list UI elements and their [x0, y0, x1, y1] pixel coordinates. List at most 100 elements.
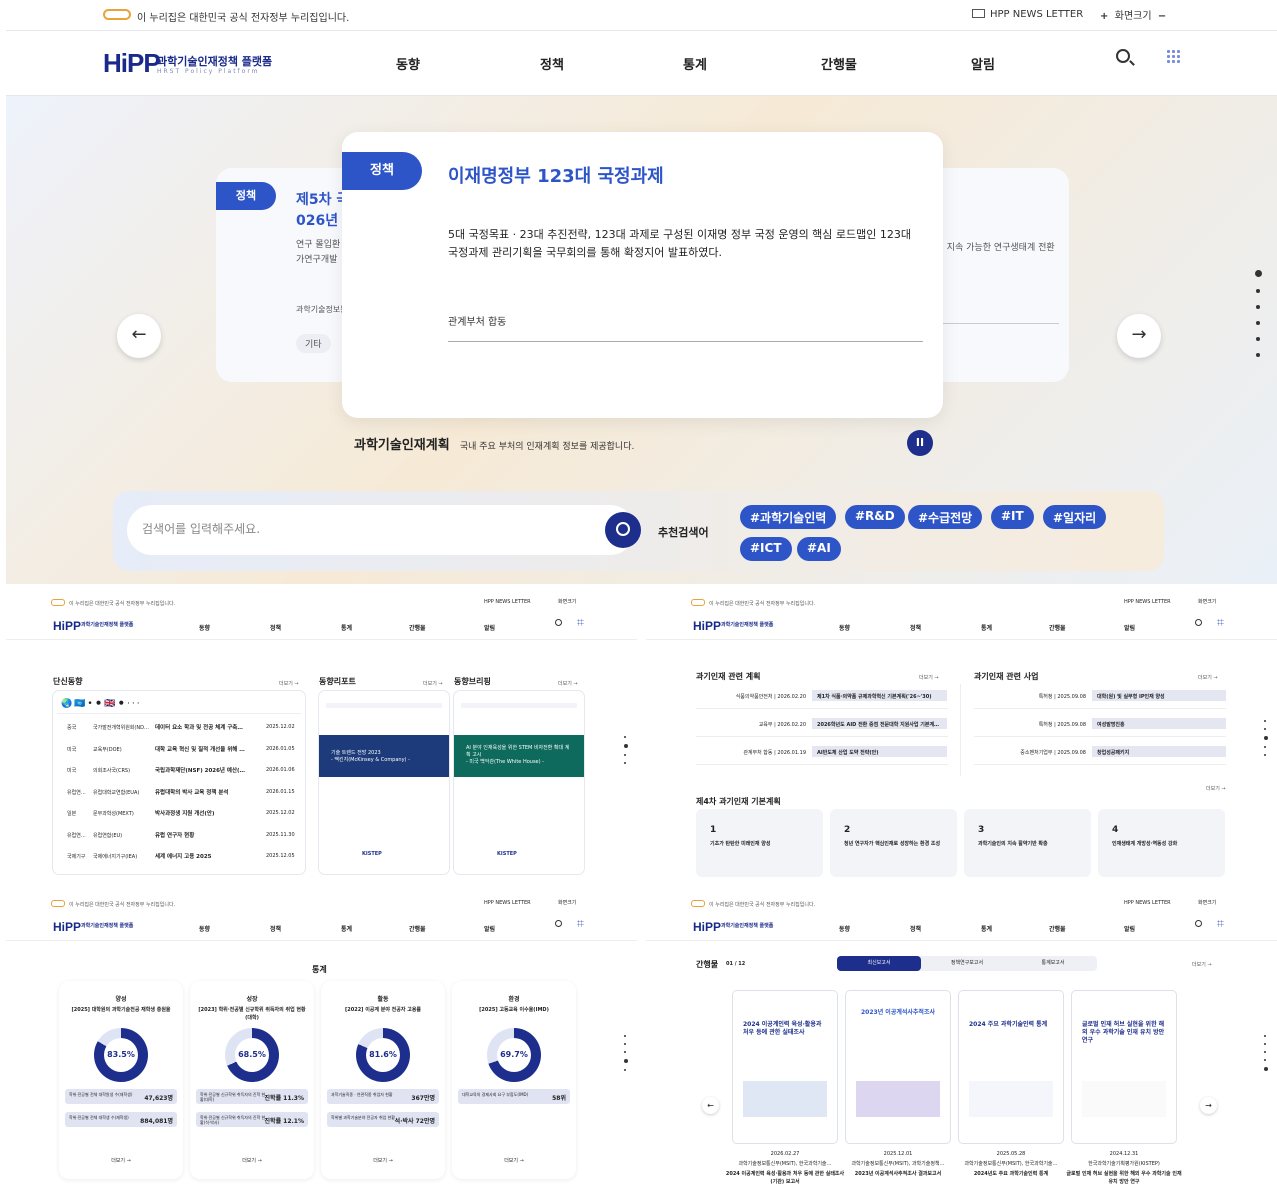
pub-cover[interactable]: 2024 주요 과학기술인력 통계 — [959, 991, 1063, 1143]
page-dot[interactable] — [624, 1043, 626, 1045]
more-link[interactable]: 더보기 → — [1206, 785, 1226, 792]
brief-row[interactable]: 미국 교육부(DOE) 대학 교육 혁신 및 질적 개선을 위해 … 2026.01.… — [59, 743, 299, 757]
search-icon[interactable] — [555, 920, 562, 927]
basic-plan-box[interactable]: 2 청년 연구자가 핵심인재로 성장하는 환경 조성 — [830, 809, 957, 877]
more-link[interactable]: 더보기 → — [558, 680, 578, 687]
nav-policy[interactable]: 정책 — [540, 54, 564, 73]
page-dot[interactable] — [624, 1069, 626, 1071]
more-link[interactable]: 더보기 → — [1192, 961, 1212, 968]
prev-slide-button[interactable]: ← — [117, 314, 161, 358]
keyword-chip[interactable]: #수급전망 — [908, 505, 983, 529]
nav-publications[interactable]: 간행물 — [1049, 924, 1066, 933]
page-dot[interactable] — [1264, 1067, 1268, 1071]
nav-trends[interactable]: 동향 — [396, 54, 420, 73]
page-dot[interactable] — [1264, 736, 1268, 740]
page-dot[interactable] — [1264, 754, 1266, 756]
biz-item[interactable]: 여성발명진흥 — [1092, 718, 1226, 729]
pub-name[interactable]: 2024 이공계인력 육성·활용과 처우 등에 관한 실태조사(기관) 보고서 — [725, 1170, 845, 1186]
stat-detail[interactable]: 학위·전공별 신규학위 취득자의 진학 현황(석·박사) 진학률 12.1% — [196, 1112, 308, 1127]
site-logo[interactable]: HiPP — [53, 920, 81, 934]
tab-latest[interactable]: 최신보고서 — [837, 956, 921, 971]
nav-stats[interactable]: 통계 — [981, 924, 992, 933]
stat-card[interactable]: 활동 [2022] 이공계 분야 전공자 고용률 81.6% 과학기술직종 · 연관직… — [321, 981, 445, 1179]
newsletter-link[interactable]: HPP NEWS LETTER — [1124, 599, 1171, 605]
page-dot[interactable] — [1256, 321, 1260, 325]
nav-publications[interactable]: 간행물 — [409, 924, 426, 933]
search-submit-button[interactable] — [605, 512, 641, 548]
keyword-chip[interactable]: #IT — [991, 505, 1034, 529]
page-dot[interactable] — [1256, 305, 1260, 309]
more-link[interactable]: 더보기 → — [321, 1157, 445, 1164]
briefing-card[interactable]: AI 분야 인재육성을 위한 STEM 비자전환 확대 계획 고시 - 미국 백악… — [454, 691, 584, 874]
more-link[interactable]: 더보기 → — [279, 680, 299, 687]
sitemap-grid-icon[interactable] — [1217, 920, 1224, 927]
nav-policy[interactable]: 정책 — [910, 924, 921, 933]
more-link[interactable]: 더보기 → — [1198, 674, 1218, 681]
newsletter-link[interactable]: HPP NEWS LETTER — [972, 9, 1083, 20]
page-dot[interactable] — [1256, 289, 1260, 293]
stat-detail[interactable]: 학위·전공별 신규학위 취득자의 진학 현황(대학) 진학률 11.3% — [196, 1089, 308, 1104]
page-dot[interactable] — [1264, 1043, 1266, 1045]
nav-publications[interactable]: 간행물 — [821, 54, 857, 73]
nav-publications[interactable]: 간행물 — [1049, 623, 1066, 632]
search-input[interactable]: 검색어를 입력해주세요. — [127, 505, 641, 555]
search-icon[interactable] — [1195, 920, 1202, 927]
newsletter-link[interactable]: HPP NEWS LETTER — [1124, 900, 1171, 906]
search-icon[interactable] — [555, 619, 562, 626]
page-dot[interactable] — [1264, 1035, 1266, 1037]
pause-button[interactable]: II — [907, 430, 933, 456]
nav-stats[interactable]: 통계 — [341, 924, 352, 933]
page-dot[interactable] — [624, 1035, 626, 1037]
stat-detail[interactable]: 학위별 과학기술분야 전공자 취업 현황 석·박사 72만명 — [327, 1112, 439, 1127]
brief-row[interactable]: 일본 문부과학성(MEXT) 박사과정생 지원 개선(안) 2025.12.02 — [59, 807, 299, 821]
tab-stat-reports[interactable]: 통계보고서 — [1011, 956, 1095, 971]
pubs-next-button[interactable]: → — [1200, 1097, 1217, 1114]
page-dot[interactable] — [1264, 746, 1266, 748]
site-logo[interactable]: HiPP — [693, 920, 721, 934]
brief-row[interactable]: 국제기구 국제에너지기구(IEA) 세계 에너지 고용 2025 2025.12.05 — [59, 850, 299, 864]
basic-plan-box[interactable]: 4 인재생태계 개방성·역동성 강화 — [1098, 809, 1225, 877]
keyword-chip[interactable]: #일자리 — [1043, 505, 1107, 529]
nav-notice[interactable]: 알림 — [1124, 623, 1135, 632]
nav-notice[interactable]: 알림 — [971, 54, 995, 73]
page-dot[interactable] — [624, 754, 626, 756]
keyword-chip[interactable]: #과학기술인력 — [740, 505, 837, 529]
page-dot[interactable] — [624, 1051, 626, 1053]
newsletter-link[interactable]: HPP NEWS LETTER — [484, 599, 531, 605]
featured-slide-card[interactable]: 정책 이재명정부 123대 국정과제 5대 국정목표 · 23대 추진전략, 1… — [342, 132, 943, 418]
pubs-prev-button[interactable]: ← — [702, 1097, 719, 1114]
nav-trends[interactable]: 동향 — [199, 623, 210, 632]
featured-title[interactable]: 이재명정부 123대 국정과제 — [448, 162, 664, 188]
tab-policy-reports[interactable]: 정책연구보고서 — [925, 956, 1009, 971]
more-link[interactable]: 더보기 → — [190, 1157, 314, 1164]
keyword-chip[interactable]: #ICT — [740, 537, 792, 561]
country-flag-icons[interactable]: 🌏🇺🇳•⚫🇬🇧⚫··· — [61, 699, 142, 709]
pub-name[interactable]: 2024년도 주요 과학기술인력 통계 — [951, 1170, 1071, 1178]
nav-policy[interactable]: 정책 — [910, 623, 921, 632]
nav-notice[interactable]: 알림 — [484, 924, 495, 933]
more-link[interactable]: 더보기 → — [919, 674, 939, 681]
page-dot[interactable] — [624, 736, 626, 738]
newsletter-link[interactable]: HPP NEWS LETTER — [484, 900, 531, 906]
stat-card[interactable]: 환경 [2025] 고등교육 이수율(IMD) 69.7% 대학교육의 경제사회 요구… — [452, 981, 576, 1179]
more-link[interactable]: 더보기 → — [423, 680, 443, 687]
nav-stats[interactable]: 통계 — [683, 54, 707, 73]
nav-notice[interactable]: 알림 — [1124, 924, 1135, 933]
stat-detail[interactable]: 대학교육의 경제사회 요구 부합도(IMD) 58위 — [458, 1089, 570, 1104]
brief-row[interactable]: 유럽연… 유럽대학교연합(EUA) 유럽대학의 박사 교육 정책 분석 2026.01… — [59, 786, 299, 800]
plan-item[interactable]: 제1차 식품·의약품 규제과학혁신 기본계획('26~'30) — [812, 690, 947, 701]
nav-stats[interactable]: 통계 — [341, 623, 352, 632]
zoom-in-button[interactable]: + — [1100, 11, 1108, 22]
page-dot[interactable] — [624, 744, 628, 748]
search-icon[interactable] — [1195, 619, 1202, 626]
page-dot[interactable] — [1256, 337, 1260, 341]
sitemap-grid-icon[interactable] — [1166, 49, 1180, 63]
stat-card[interactable]: 성장 [2023] 학위·전공별 신규학위 취득자의 취업 현황(대학) 68.5%… — [190, 981, 314, 1179]
page-dot[interactable] — [624, 1059, 628, 1063]
page-dot[interactable] — [1264, 1059, 1266, 1061]
stat-detail[interactable]: 학위·전공별 전체 대학원생 수(재학생) 47,623명 — [65, 1089, 177, 1104]
more-link[interactable]: 더보기 → — [452, 1157, 576, 1164]
brief-row[interactable]: 유럽연… 유럽연합(EU) 유럽 연구자 현황 2025.11.30 — [59, 829, 299, 843]
stat-detail[interactable]: 학위·전공별 전체 대학생 수(재학생) 884,081명 — [65, 1112, 177, 1127]
keyword-chip[interactable]: #AI — [797, 537, 841, 561]
